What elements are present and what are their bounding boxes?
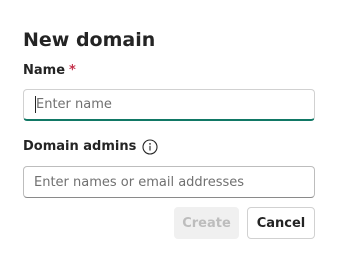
cancel-button[interactable]: Cancel xyxy=(247,207,315,239)
new-domain-dialog: New domain Name * Domain admins Create C… xyxy=(0,0,338,261)
info-icon[interactable] xyxy=(142,139,158,155)
domain-admins-input[interactable] xyxy=(23,166,315,198)
domain-admins-label-text: Domain admins xyxy=(23,139,137,154)
name-field-label: Name * xyxy=(23,62,76,80)
dialog-title: New domain xyxy=(23,29,156,51)
text-caret xyxy=(35,96,36,113)
create-button[interactable]: Create xyxy=(174,207,239,239)
name-input[interactable] xyxy=(23,89,315,121)
name-label-text: Name xyxy=(23,63,66,78)
domain-admins-field-label: Domain admins xyxy=(23,138,158,156)
required-marker: * xyxy=(69,63,76,78)
